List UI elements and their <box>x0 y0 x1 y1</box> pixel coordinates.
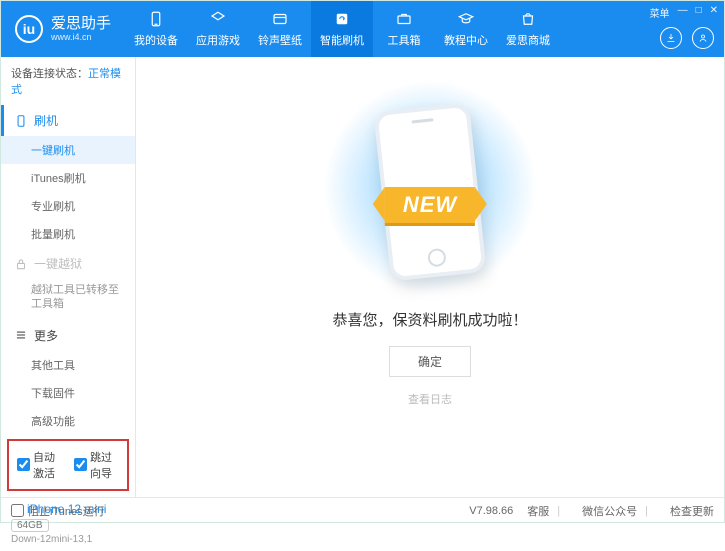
new-badge: NEW <box>385 187 475 223</box>
download-button[interactable] <box>660 27 682 49</box>
refresh-icon <box>333 10 351 28</box>
menu-icon <box>14 328 28 342</box>
sidebar-section-flash[interactable]: 刷机 <box>1 105 135 136</box>
window-controls: 菜单 — □ ✕ <box>650 5 718 20</box>
version-label: V7.98.66 <box>469 505 513 517</box>
sidebar-item-download-firmware[interactable]: 下载固件 <box>1 379 135 407</box>
bag-icon <box>519 10 537 28</box>
top-nav: 我的设备 应用游戏 铃声壁纸 智能刷机 工具箱 教程中心 爱思商城 <box>125 1 559 57</box>
sidebar-item-advanced[interactable]: 高级功能 <box>1 407 135 435</box>
nav-store[interactable]: 爱思商城 <box>497 1 559 57</box>
graduation-icon <box>457 10 475 28</box>
sidebar-item-batch-flash[interactable]: 批量刷机 <box>1 220 135 248</box>
connection-status: 设备连接状态：正常模式 <box>1 57 135 105</box>
nav-ringtone[interactable]: 铃声壁纸 <box>249 1 311 57</box>
device-capacity: 64GB <box>11 519 49 532</box>
wechat-link[interactable]: 微信公众号 <box>582 503 637 519</box>
apps-icon <box>209 10 227 28</box>
sidebar-item-onekey-flash[interactable]: 一键刷机 <box>1 136 135 164</box>
close-button[interactable]: ✕ <box>710 5 718 20</box>
check-update-link[interactable]: 检查更新 <box>670 503 714 519</box>
jailbreak-note: 越狱工具已转移至工具箱 <box>1 279 135 320</box>
sidebar-item-itunes-flash[interactable]: iTunes刷机 <box>1 164 135 192</box>
nav-apps[interactable]: 应用游戏 <box>187 1 249 57</box>
sidebar-section-jailbreak[interactable]: 一键越狱 <box>1 248 135 279</box>
sidebar-item-pro-flash[interactable]: 专业刷机 <box>1 192 135 220</box>
toolbox-icon <box>395 10 413 28</box>
phone-icon <box>14 114 28 128</box>
maximize-button[interactable]: □ <box>696 5 702 20</box>
nav-my-device[interactable]: 我的设备 <box>125 1 187 57</box>
wallet-icon <box>271 10 289 28</box>
auto-activate-checkbox[interactable]: 自动激活 <box>17 449 62 481</box>
user-button[interactable] <box>692 27 714 49</box>
phone-icon <box>147 10 165 28</box>
options-highlight: 自动激活 跳过向导 <box>7 439 129 491</box>
nav-smart-flash[interactable]: 智能刷机 <box>311 1 373 57</box>
main-panel: NEW 恭喜您，保资料刷机成功啦！ 确定 查看日志 <box>136 57 724 497</box>
confirm-button[interactable]: 确定 <box>389 346 471 377</box>
view-log-link[interactable]: 查看日志 <box>408 391 452 407</box>
success-message: 恭喜您，保资料刷机成功啦！ <box>332 309 527 330</box>
skip-guide-checkbox[interactable]: 跳过向导 <box>74 449 119 481</box>
app-header: iu 爱思助手 www.i4.cn 我的设备 应用游戏 铃声壁纸 智能刷机 工具… <box>1 1 724 57</box>
sidebar: 设备连接状态：正常模式 刷机 一键刷机 iTunes刷机 专业刷机 批量刷机 一… <box>1 57 136 497</box>
logo-area: iu 爱思助手 www.i4.cn <box>1 15 125 43</box>
nav-toolbox[interactable]: 工具箱 <box>373 1 435 57</box>
device-sub: Down-12mini-13,1 <box>11 534 125 545</box>
nav-tutorial[interactable]: 教程中心 <box>435 1 497 57</box>
lock-icon <box>14 257 28 271</box>
minimize-button[interactable]: — <box>678 5 688 20</box>
logo-icon: iu <box>15 15 43 43</box>
menu-button[interactable]: 菜单 <box>650 5 670 20</box>
success-illustration: NEW <box>345 97 515 277</box>
sidebar-item-other-tools[interactable]: 其他工具 <box>1 351 135 379</box>
header-actions <box>660 27 714 49</box>
service-link[interactable]: 客服 <box>527 503 549 519</box>
app-name: 爱思助手 <box>51 16 111 33</box>
app-site: www.i4.cn <box>51 32 111 42</box>
sidebar-section-more[interactable]: 更多 <box>1 320 135 351</box>
block-itunes-checkbox[interactable]: 阻止iTunes运行 <box>11 503 105 519</box>
